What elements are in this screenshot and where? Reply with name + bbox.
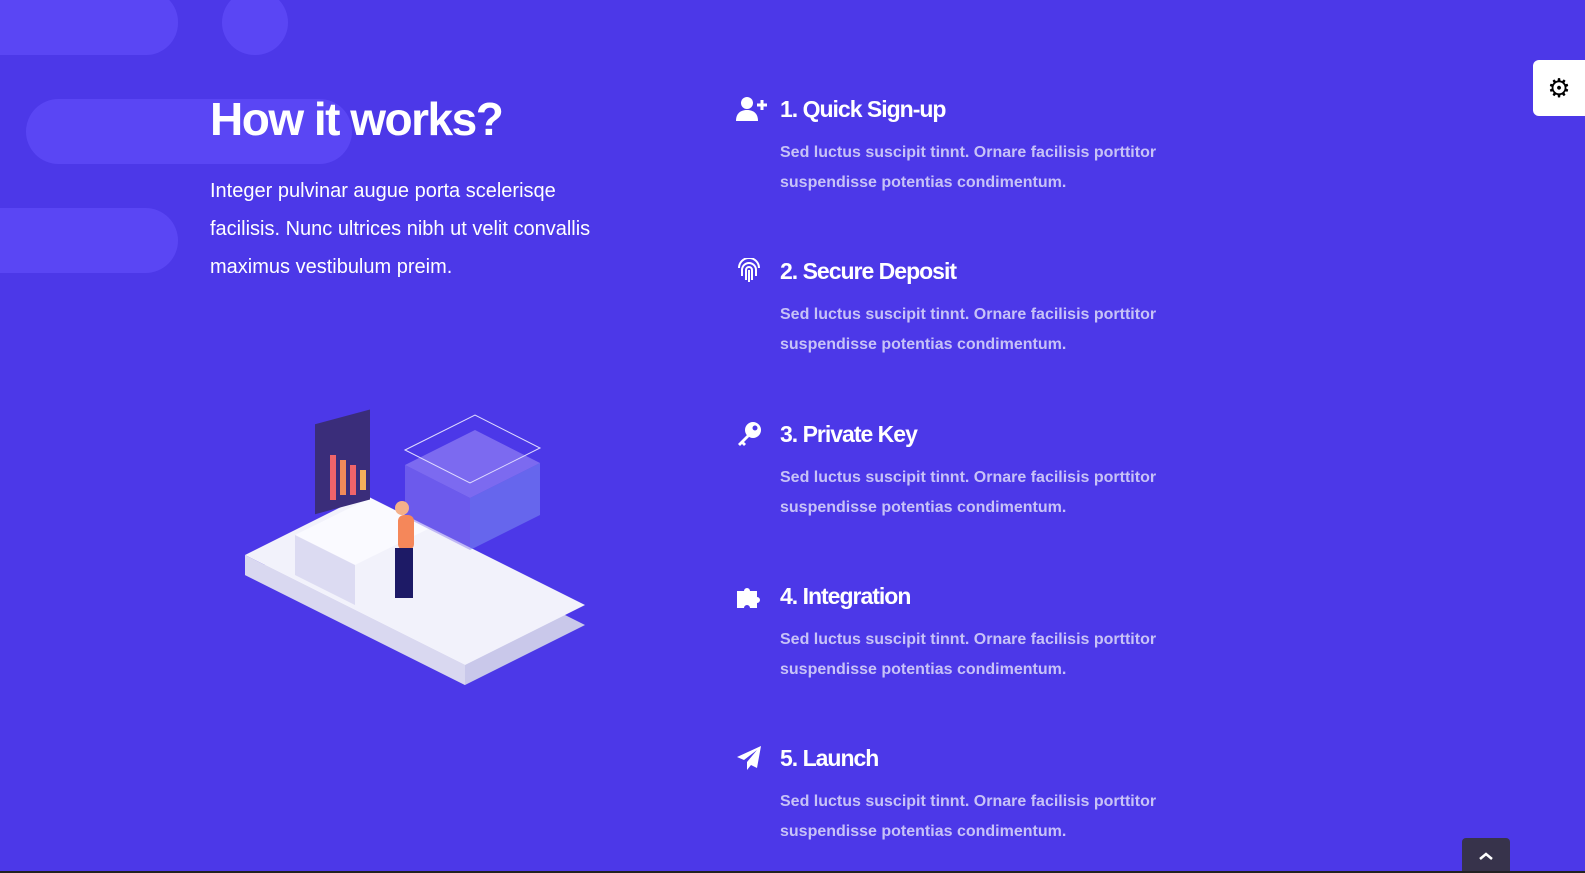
decor-blob: [0, 208, 178, 273]
step-title: 4. Integration: [780, 582, 911, 609]
puzzle-icon: [736, 583, 780, 609]
step-text: Sed luctus suscipit tinnt. Ornare facili…: [780, 793, 1157, 840]
fingerprint-icon: [736, 258, 780, 284]
step-title: 1. Quick Sign-up: [780, 95, 946, 122]
section-lead: Integer pulvinar augue porta scelerisqe …: [210, 180, 591, 278]
step-text: Sed luctus suscipit tinnt. Ornare facili…: [780, 469, 1157, 516]
step-title: 3. Private Key: [780, 420, 918, 447]
step-secure-deposit: 2. Secure Deposit Sed luctus suscipit ti…: [736, 256, 1216, 360]
scroll-to-top-button[interactable]: [1462, 838, 1510, 873]
isometric-illustration: [245, 409, 585, 685]
user-plus-icon: [736, 96, 780, 122]
paper-plane-icon: [736, 745, 780, 771]
step-text: Sed luctus suscipit tinnt. Ornare facili…: [780, 306, 1157, 353]
step-text: Sed luctus suscipit tinnt. Ornare facili…: [780, 144, 1157, 191]
step-integration: 4. Integration Sed luctus suscipit tinnt…: [736, 581, 1216, 685]
step-quick-signup: 1. Quick Sign-up Sed luctus suscipit tin…: [736, 94, 1216, 198]
key-icon: [736, 421, 780, 447]
decor-blob: [0, 0, 178, 55]
step-launch: 5. Launch Sed luctus suscipit tinnt. Orn…: [736, 743, 1216, 847]
step-text: Sed luctus suscipit tinnt. Ornare facili…: [780, 631, 1157, 678]
gear-icon: ⚙: [1547, 73, 1571, 103]
settings-button[interactable]: ⚙: [1533, 60, 1585, 116]
decor-blob: [222, 0, 288, 55]
section-title: How it works?: [210, 93, 504, 145]
step-title: 2. Secure Deposit: [780, 257, 957, 284]
step-private-key: 3. Private Key Sed luctus suscipit tinnt…: [736, 419, 1216, 523]
step-title: 5. Launch: [780, 744, 879, 771]
chevron-up-icon: [1479, 851, 1493, 860]
